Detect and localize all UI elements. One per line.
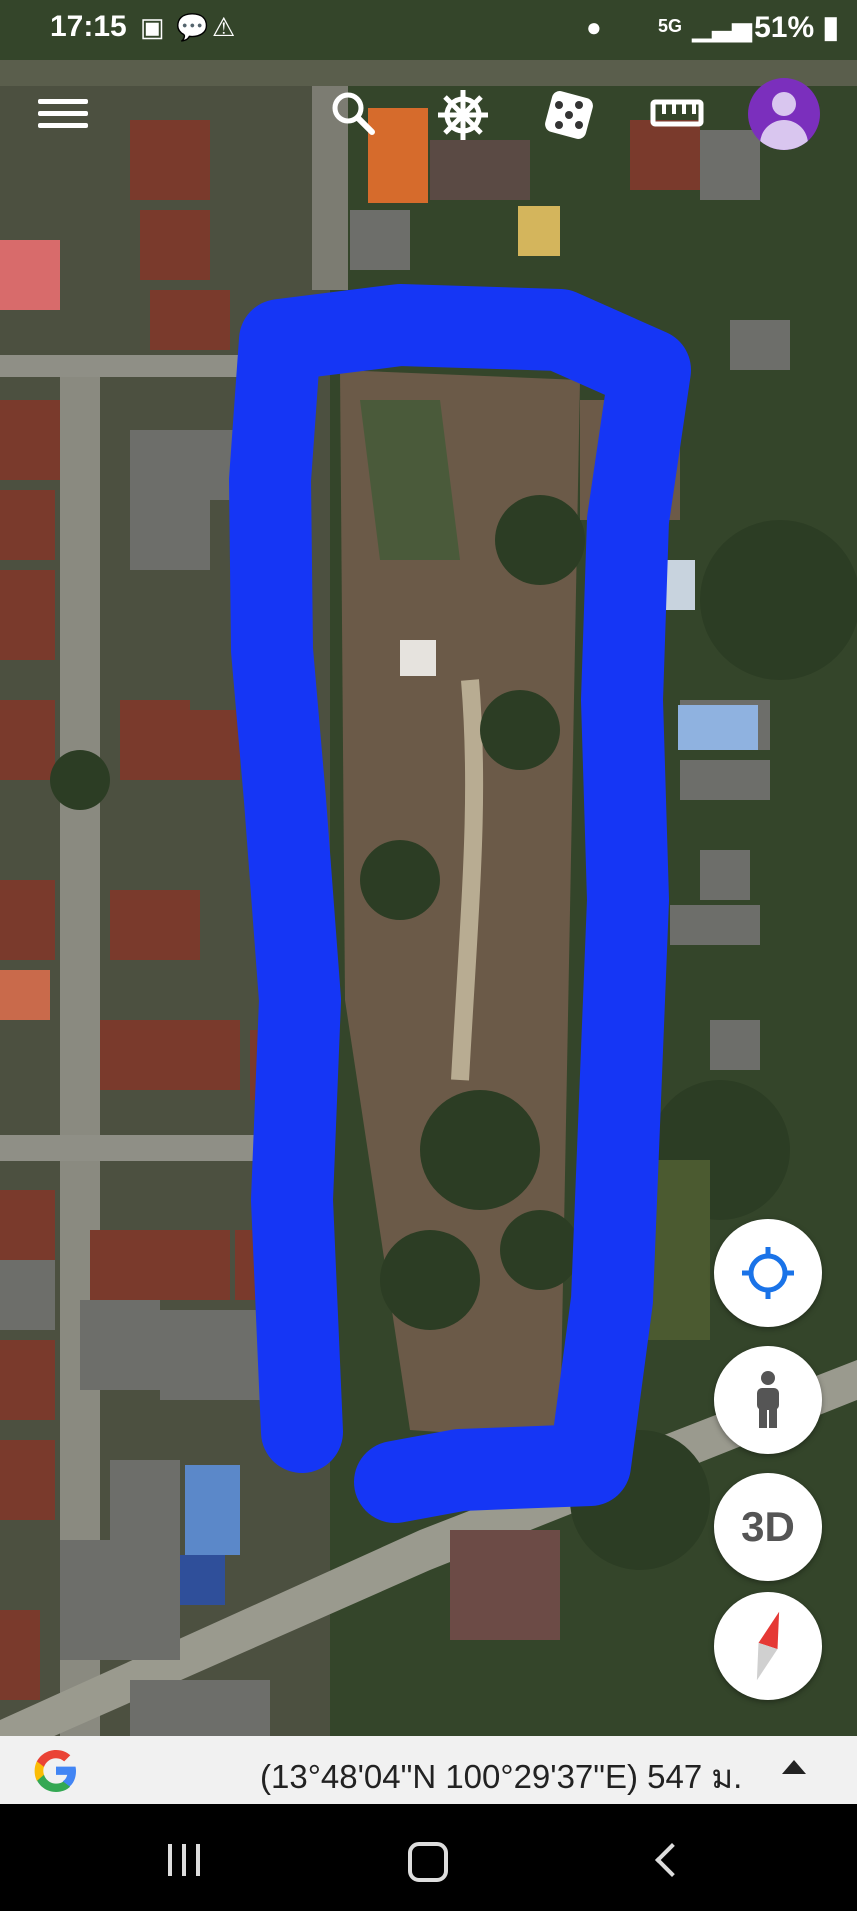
location-icon: ● xyxy=(586,12,602,42)
search-icon[interactable] xyxy=(328,88,378,138)
satellite-map[interactable] xyxy=(0,0,857,1736)
my-location-button[interactable] xyxy=(714,1219,822,1327)
warning-icon: ⚠ xyxy=(212,12,236,42)
network-label: 5G xyxy=(658,16,683,36)
status-bar: 17:15 ▣ 💬 ⚠ ● 5G ▁▃▅ 51% ▮ xyxy=(0,0,857,58)
home-icon[interactable] xyxy=(408,1842,448,1882)
line-icon: 💬 xyxy=(176,12,209,42)
signal-icon: ▁▃▅ xyxy=(692,12,752,42)
battery-level: 51% ▮ xyxy=(754,11,839,44)
expand-up-icon[interactable] xyxy=(782,1760,806,1774)
dice-icon[interactable] xyxy=(542,88,596,142)
pegman-icon xyxy=(757,1371,779,1428)
account-avatar[interactable] xyxy=(748,78,820,150)
compass-button[interactable] xyxy=(714,1592,822,1700)
3d-button[interactable]: 3D xyxy=(714,1473,822,1581)
menu-icon[interactable] xyxy=(38,92,88,134)
3d-label: 3D xyxy=(741,1503,795,1550)
ruler-icon[interactable] xyxy=(650,96,704,130)
info-bar: (13°48'04"N 100°29'37"E) 547 ม. xyxy=(0,1736,857,1804)
google-logo-icon xyxy=(34,1750,76,1792)
system-nav-bar xyxy=(0,1804,857,1911)
compass-icon xyxy=(756,1611,780,1681)
back-icon[interactable] xyxy=(655,1843,689,1877)
voyager-icon[interactable] xyxy=(436,88,490,142)
status-time: 17:15 xyxy=(50,10,127,43)
gallery-icon: ▣ xyxy=(140,12,165,42)
street-view-button[interactable] xyxy=(714,1346,822,1454)
my-location-icon xyxy=(742,1247,794,1299)
recents-icon[interactable] xyxy=(168,1844,208,1876)
account-icon xyxy=(772,92,796,116)
coordinates-readout: (13°48'04"N 100°29'37"E) 547 ม. xyxy=(260,1758,743,1795)
